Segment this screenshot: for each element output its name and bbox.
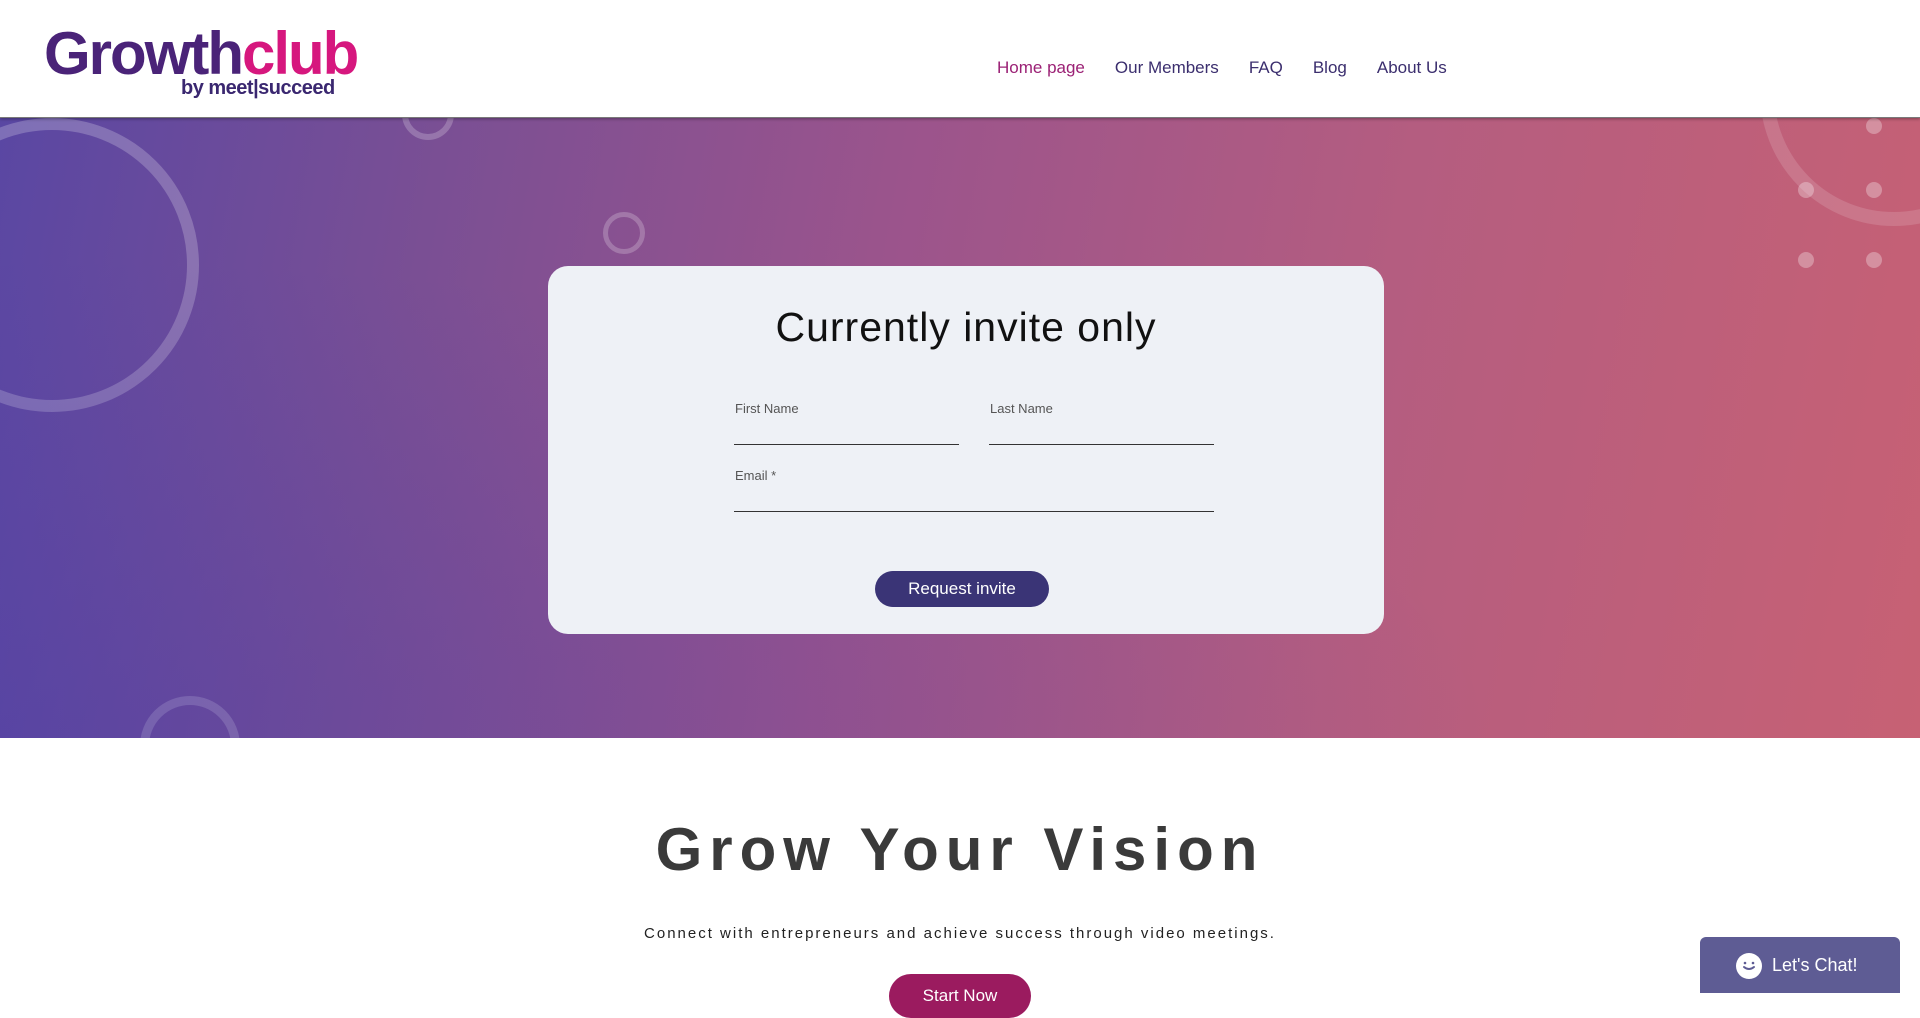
decor-dot <box>1866 182 1882 198</box>
chat-label: Let's Chat! <box>1772 955 1858 975</box>
nav-faq[interactable]: FAQ <box>1249 58 1283 78</box>
decor-ring-small <box>603 212 645 254</box>
growthclub-logo[interactable]: Growthclub by meet|succeed <box>44 22 359 102</box>
email-field[interactable] <box>734 511 1214 512</box>
logo-tagline: by meet|succeed <box>181 77 335 99</box>
decor-dot <box>1798 252 1814 268</box>
nav-blog[interactable]: Blog <box>1313 58 1347 78</box>
decor-ring-bottom <box>140 696 240 738</box>
chat-bubble-icon <box>1736 953 1762 979</box>
vision-heading: Grow Your Vision <box>655 816 1265 883</box>
decor-ring-right <box>1760 118 1920 226</box>
first-name-field[interactable] <box>734 444 959 445</box>
start-now-button[interactable]: Start Now <box>889 974 1031 1018</box>
decor-ring-large <box>0 118 199 412</box>
last-name-label: Last Name <box>990 401 1053 416</box>
decor-ring-top <box>402 118 454 140</box>
last-name-field[interactable] <box>989 444 1214 445</box>
nav-home-page[interactable]: Home page <box>997 58 1085 78</box>
invite-form-card: Currently invite only First Name Last Na… <box>548 266 1384 634</box>
request-invite-button[interactable]: Request invite <box>875 571 1049 607</box>
site-header: Growthclub by meet|succeed Home page Our… <box>0 0 1920 118</box>
nav-our-members[interactable]: Our Members <box>1115 58 1219 78</box>
decor-dot <box>1798 182 1814 198</box>
email-label: Email * <box>735 468 777 483</box>
hero-section: Currently invite only First Name Last Na… <box>0 118 1920 738</box>
decor-dot <box>1866 118 1882 134</box>
vision-subtitle: Connect with entrepreneurs and achieve s… <box>644 925 1276 942</box>
nav-about-us[interactable]: About Us <box>1377 58 1447 78</box>
main-nav: Home page Our Members FAQ Blog About Us <box>997 58 1477 78</box>
decor-dot <box>1866 252 1882 268</box>
first-name-label: First Name <box>735 401 799 416</box>
form-title: Currently invite only <box>775 304 1157 350</box>
lets-chat-widget[interactable]: Let's Chat! <box>1700 937 1900 993</box>
